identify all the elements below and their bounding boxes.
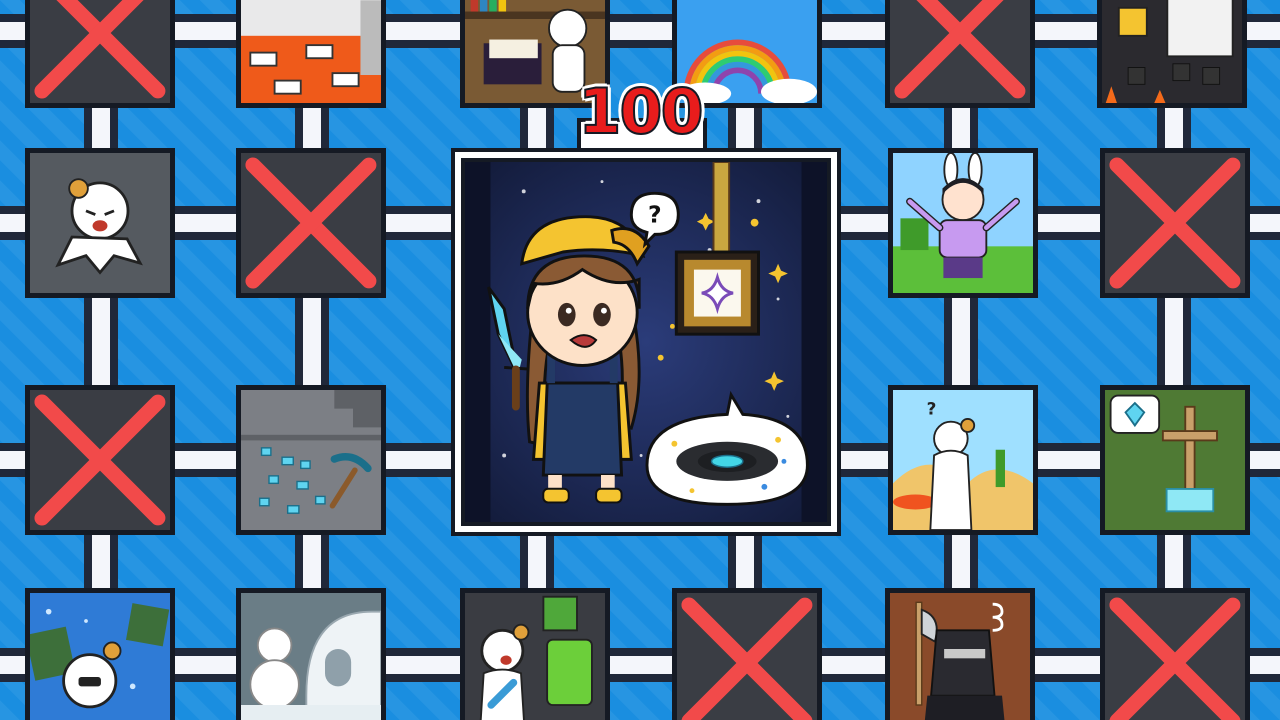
girl-diamond-sword-icon: ? <box>465 162 827 522</box>
svg-text:?: ? <box>927 398 937 418</box>
bunny-girl-icon <box>893 153 1033 293</box>
diamond-grave-icon <box>1105 390 1245 530</box>
level-tile-snowman-igloo[interactable] <box>236 588 386 720</box>
bee-attack-icon <box>30 593 170 720</box>
featured-level-frame[interactable]: ? <box>451 148 841 536</box>
level-tile-diamond-ore-pickaxe[interactable] <box>236 385 386 535</box>
road-horizontal <box>0 648 1280 682</box>
level-tile-locked[interactable] <box>25 385 175 535</box>
level-tile-diamond-sign-grave[interactable] <box>1100 385 1250 535</box>
level-tile-locked[interactable] <box>1100 148 1250 298</box>
blaze-fortress-icon <box>1102 0 1242 103</box>
level-tile-locked[interactable] <box>1100 588 1250 720</box>
road-horizontal <box>0 14 1280 48</box>
desert-question-icon: ? <box>893 390 1033 530</box>
level-tile-screaming-bear[interactable] <box>25 148 175 298</box>
enderman-axe-icon <box>890 593 1030 720</box>
level-tile-creeper-scare[interactable] <box>460 588 610 720</box>
level-tile-enderman-axe[interactable] <box>885 588 1035 720</box>
screaming-bear-icon <box>30 153 170 293</box>
diamond-pickaxe-icon <box>241 390 381 530</box>
speech-bubble-text: ? <box>648 201 662 229</box>
level-tile-locked[interactable] <box>885 0 1035 108</box>
level-tile-locked[interactable] <box>236 148 386 298</box>
level-number-badge: 100 <box>577 75 704 148</box>
creeper-scare-icon <box>465 593 605 720</box>
level-tile-locked[interactable] <box>672 588 822 720</box>
level-tile-bee-attack[interactable] <box>25 588 175 720</box>
level-tile-locked[interactable] <box>25 0 175 108</box>
level-tile-desert-question[interactable]: ? <box>888 385 1038 535</box>
snowman-igloo-icon <box>241 593 381 720</box>
lava-parkour-icon <box>241 0 381 103</box>
level-map: ? ? 100 <box>0 0 1280 720</box>
level-tile-lava-parkour[interactable] <box>236 0 386 108</box>
level-tile-blaze-fortress[interactable] <box>1097 0 1247 108</box>
level-tile-bunny-girl-cheer[interactable] <box>888 148 1038 298</box>
featured-level-scene: ? <box>461 158 831 526</box>
